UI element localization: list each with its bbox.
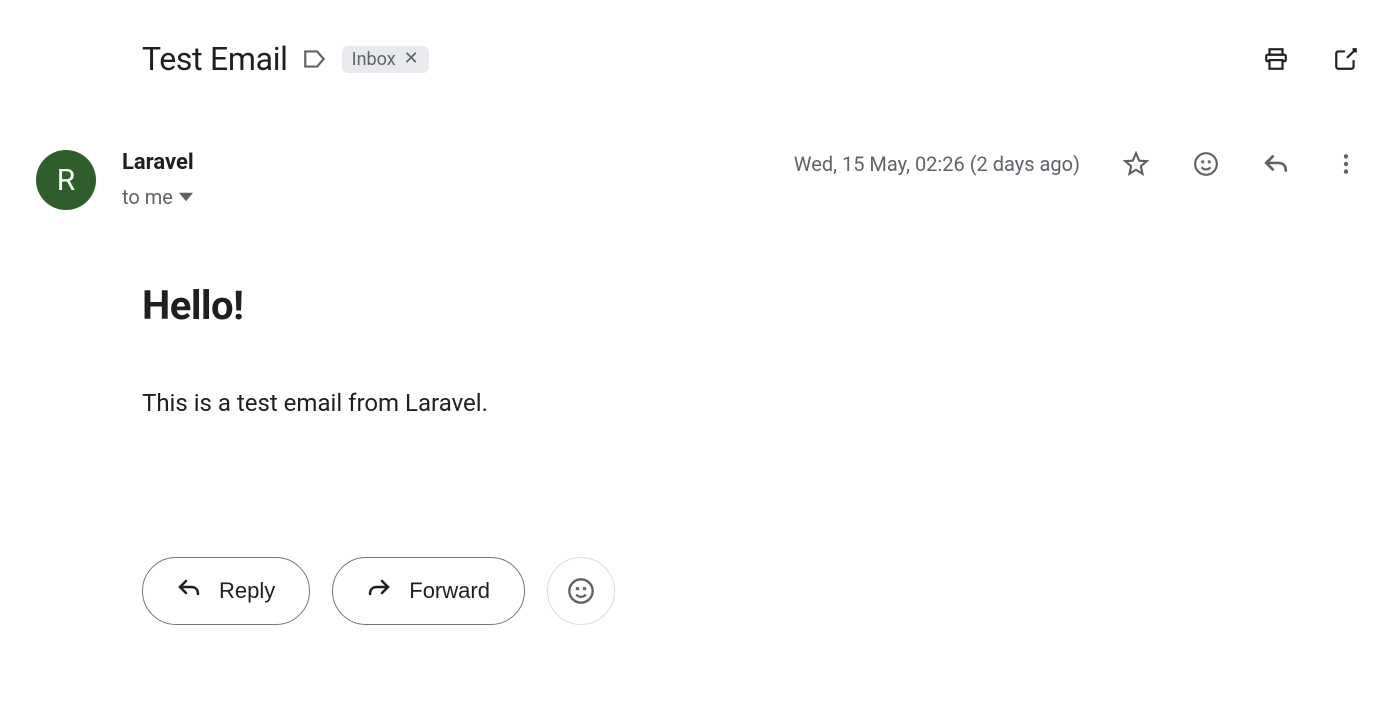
reply-icon-button[interactable]: [1262, 150, 1290, 178]
forward-button[interactable]: Forward: [332, 557, 525, 625]
avatar-initial: R: [57, 163, 76, 198]
recipient-text: to me: [122, 185, 173, 209]
reply-button[interactable]: Reply: [142, 557, 310, 625]
label-inbox[interactable]: Inbox ✕: [342, 46, 429, 73]
timestamp: Wed, 15 May, 02:26 (2 days ago): [794, 152, 1080, 176]
subject-actions: [1262, 45, 1370, 73]
label-inbox-text: Inbox: [352, 49, 396, 70]
star-button[interactable]: [1122, 150, 1150, 178]
action-row: Reply Forward: [30, 557, 1370, 625]
caret-down-icon: [179, 185, 193, 209]
email-body: Hello! This is a test email from Laravel…: [30, 282, 1370, 417]
subject-row: Test Email Inbox ✕: [30, 40, 1370, 78]
sender-info: Laravel to me: [122, 150, 194, 209]
emoji-reaction-button[interactable]: [1192, 150, 1220, 178]
body-heading: Hello!: [142, 282, 1370, 329]
sender-row: R Laravel to me Wed, 15 May, 02:26 (2 da…: [30, 150, 1370, 210]
email-view: Test Email Inbox ✕: [0, 0, 1400, 655]
more-options-button[interactable]: [1332, 150, 1360, 178]
sender-avatar[interactable]: R: [36, 150, 96, 210]
add-reaction-button[interactable]: [547, 557, 615, 625]
forward-label: Forward: [409, 578, 490, 604]
print-button[interactable]: [1262, 45, 1290, 73]
forward-arrow-icon: [367, 576, 391, 606]
open-new-window-button[interactable]: [1332, 45, 1360, 73]
reply-arrow-icon: [177, 576, 201, 606]
reply-label: Reply: [219, 578, 275, 604]
recipient-dropdown[interactable]: to me: [122, 185, 194, 209]
remove-label-icon[interactable]: ✕: [404, 50, 419, 68]
email-subject: Test Email: [142, 40, 288, 78]
body-text: This is a test email from Laravel.: [142, 389, 1370, 417]
importance-marker-icon[interactable]: [302, 46, 328, 72]
message-meta: Wed, 15 May, 02:26 (2 days ago): [794, 150, 1370, 178]
sender-name: Laravel: [122, 150, 194, 175]
